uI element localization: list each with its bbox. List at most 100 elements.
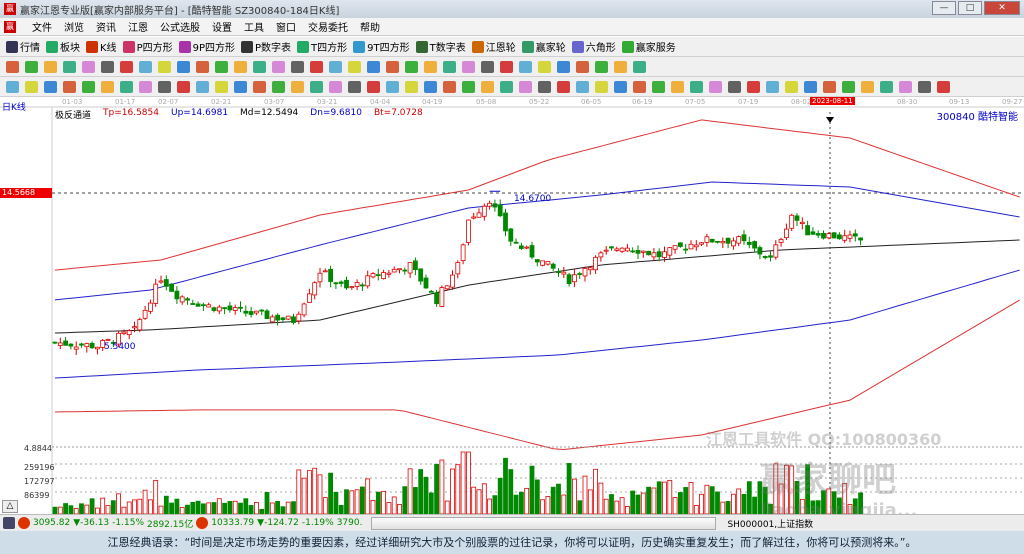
tb3-tool-icon-14[interactable] xyxy=(272,80,285,93)
tb3-tool-icon-20[interactable] xyxy=(386,80,399,93)
tb3-tool-icon-33[interactable] xyxy=(633,80,646,93)
toolbar-button-6[interactable]: T四方形 xyxy=(297,39,347,54)
tb3-tool-icon-10[interactable] xyxy=(196,80,209,93)
tb2-tool-icon-13[interactable] xyxy=(253,60,266,73)
tb3-tool-icon-26[interactable] xyxy=(500,80,513,93)
tb3-tool-icon-9[interactable] xyxy=(177,80,190,93)
tb3-tool-icon-45[interactable] xyxy=(861,80,874,93)
tb3-tool-icon-11[interactable] xyxy=(215,80,228,93)
toolbar-button-5[interactable]: P数字表 xyxy=(241,39,291,54)
menu-item-9[interactable]: 帮助 xyxy=(360,19,380,34)
tb3-tool-icon-44[interactable] xyxy=(842,80,855,93)
menu-item-7[interactable]: 窗口 xyxy=(276,19,296,34)
tb3-tool-icon-18[interactable] xyxy=(348,80,361,93)
tb2-tool-icon-12[interactable] xyxy=(234,60,247,73)
close-button[interactable]: ✕ xyxy=(984,1,1020,15)
tb3-tool-icon-5[interactable] xyxy=(101,80,114,93)
tb2-tool-icon-20[interactable] xyxy=(386,60,399,73)
menu-item-8[interactable]: 交易委托 xyxy=(308,19,348,34)
menu-item-2[interactable]: 资讯 xyxy=(96,19,116,34)
toolbar-button-3[interactable]: P四方形 xyxy=(122,39,173,54)
tb2-tool-icon-30[interactable] xyxy=(576,60,589,73)
tb2-tool-icon-28[interactable] xyxy=(538,60,551,73)
tb2-tool-icon-19[interactable] xyxy=(367,60,380,73)
tb3-tool-icon-47[interactable] xyxy=(899,80,912,93)
tb2-tool-icon-16[interactable] xyxy=(310,60,323,73)
menu-item-5[interactable]: 设置 xyxy=(212,19,232,34)
toolbar-button-4[interactable]: 9P四方形 xyxy=(178,39,235,54)
tb3-tool-icon-1[interactable] xyxy=(25,80,38,93)
tb3-tool-icon-40[interactable] xyxy=(766,80,779,93)
calculator-icon[interactable] xyxy=(3,517,15,529)
toolbar-button-10[interactable]: 赢家轮 xyxy=(521,39,566,54)
tb2-tool-icon-29[interactable] xyxy=(557,60,570,73)
tb3-tool-icon-28[interactable] xyxy=(538,80,551,93)
tb3-tool-icon-21[interactable] xyxy=(405,80,418,93)
tb3-tool-icon-37[interactable] xyxy=(709,80,722,93)
tb2-tool-icon-18[interactable] xyxy=(348,60,361,73)
tb3-tool-icon-35[interactable] xyxy=(671,80,684,93)
tb2-tool-icon-14[interactable] xyxy=(272,60,285,73)
tb2-tool-icon-27[interactable] xyxy=(519,60,532,73)
tb2-tool-icon-6[interactable] xyxy=(120,60,133,73)
tb2-tool-icon-8[interactable] xyxy=(158,60,171,73)
tb2-tool-icon-15[interactable] xyxy=(291,60,304,73)
tb3-tool-icon-34[interactable] xyxy=(652,80,665,93)
toolbar-button-0[interactable]: 行情 xyxy=(6,39,40,54)
tb2-tool-icon-23[interactable] xyxy=(443,60,456,73)
tb3-tool-icon-17[interactable] xyxy=(329,80,342,93)
tb3-tool-icon-6[interactable] xyxy=(120,80,133,93)
tb3-tool-icon-13[interactable] xyxy=(253,80,266,93)
tb3-tool-icon-36[interactable] xyxy=(690,80,703,93)
collapse-button[interactable]: △ xyxy=(2,500,18,513)
menu-item-3[interactable]: 江恩 xyxy=(128,19,148,34)
toolbar-button-7[interactable]: 9T四方形 xyxy=(353,39,410,54)
tb3-tool-icon-23[interactable] xyxy=(443,80,456,93)
tb2-tool-icon-9[interactable] xyxy=(177,60,190,73)
tb3-tool-icon-27[interactable] xyxy=(519,80,532,93)
tb3-tool-icon-41[interactable] xyxy=(785,80,798,93)
tb3-tool-icon-8[interactable] xyxy=(158,80,171,93)
toolbar-button-1[interactable]: 板块 xyxy=(46,39,80,54)
toolbar-button-12[interactable]: 赢家服务 xyxy=(621,39,676,54)
toolbar-button-11[interactable]: 六角形 xyxy=(571,39,616,54)
tb3-tool-icon-16[interactable] xyxy=(310,80,323,93)
menu-item-0[interactable]: 文件 xyxy=(32,19,52,34)
tb2-tool-icon-21[interactable] xyxy=(405,60,418,73)
tb3-tool-icon-12[interactable] xyxy=(234,80,247,93)
tb3-tool-icon-25[interactable] xyxy=(481,80,494,93)
tb3-tool-icon-46[interactable] xyxy=(880,80,893,93)
index-code[interactable]: SH000001,上证指数 xyxy=(727,517,813,530)
tb3-tool-icon-32[interactable] xyxy=(614,80,627,93)
tb2-tool-icon-26[interactable] xyxy=(500,60,513,73)
tb3-tool-icon-29[interactable] xyxy=(557,80,570,93)
tb3-tool-icon-39[interactable] xyxy=(747,80,760,93)
tb3-tool-icon-30[interactable] xyxy=(576,80,589,93)
tb2-tool-icon-1[interactable] xyxy=(25,60,38,73)
maximize-button[interactable]: □ xyxy=(958,1,982,15)
tb3-tool-icon-42[interactable] xyxy=(804,80,817,93)
toolbar-button-8[interactable]: T数字表 xyxy=(415,39,466,54)
tb3-tool-icon-48[interactable] xyxy=(918,80,931,93)
tb2-tool-icon-10[interactable] xyxy=(196,60,209,73)
menu-item-1[interactable]: 浏览 xyxy=(64,19,84,34)
tb2-tool-icon-7[interactable] xyxy=(139,60,152,73)
tb3-tool-icon-7[interactable] xyxy=(139,80,152,93)
tb2-tool-icon-24[interactable] xyxy=(462,60,475,73)
tb3-tool-icon-38[interactable] xyxy=(728,80,741,93)
tb2-tool-icon-25[interactable] xyxy=(481,60,494,73)
tb3-tool-icon-4[interactable] xyxy=(82,80,95,93)
tb3-tool-icon-49[interactable] xyxy=(937,80,950,93)
tb2-tool-icon-0[interactable] xyxy=(6,60,19,73)
tb2-tool-icon-2[interactable] xyxy=(44,60,57,73)
toolbar-button-9[interactable]: 江恩轮 xyxy=(471,39,516,54)
tb3-tool-icon-43[interactable] xyxy=(823,80,836,93)
tb2-tool-icon-3[interactable] xyxy=(63,60,76,73)
tb2-tool-icon-32[interactable] xyxy=(614,60,627,73)
tb3-tool-icon-24[interactable] xyxy=(462,80,475,93)
horizontal-scrollbar[interactable] xyxy=(371,516,717,530)
minimize-button[interactable]: — xyxy=(932,1,956,15)
menu-item-6[interactable]: 工具 xyxy=(244,19,264,34)
tb2-tool-icon-31[interactable] xyxy=(595,60,608,73)
tb2-tool-icon-17[interactable] xyxy=(329,60,342,73)
